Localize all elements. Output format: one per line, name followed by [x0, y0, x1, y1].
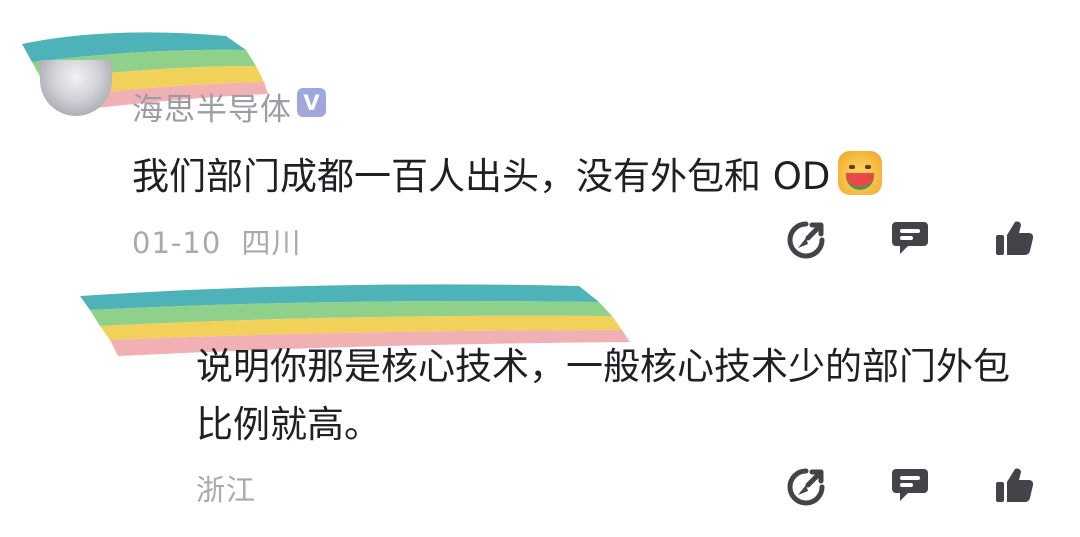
comment-text-body: 我们部门成都一百人出头，没有外包和 OD: [132, 155, 831, 198]
share-icon[interactable]: [786, 220, 826, 260]
like-icon[interactable]: [994, 466, 1034, 506]
comment-username[interactable]: 海思半导体: [132, 84, 292, 129]
comment-text: 我们部门成都一百人出头，没有外包和 OD: [132, 146, 883, 200]
comment-location: 四川: [241, 226, 302, 260]
reply-icon[interactable]: [890, 465, 930, 505]
like-icon[interactable]: [994, 219, 1034, 259]
share-icon[interactable]: [786, 467, 826, 507]
melon-eater-face-icon: [838, 151, 883, 195]
reply-icon[interactable]: [890, 218, 930, 258]
comment-date: 01-10: [132, 226, 222, 260]
reply-location: 浙江: [196, 473, 257, 507]
verified-badge-icon: V: [297, 88, 326, 117]
reply-text: 说明你那是核心技术，一般核心技术少的部门外包比例就高。: [196, 345, 1010, 446]
comment-meta: 01-10 四川: [132, 220, 302, 262]
